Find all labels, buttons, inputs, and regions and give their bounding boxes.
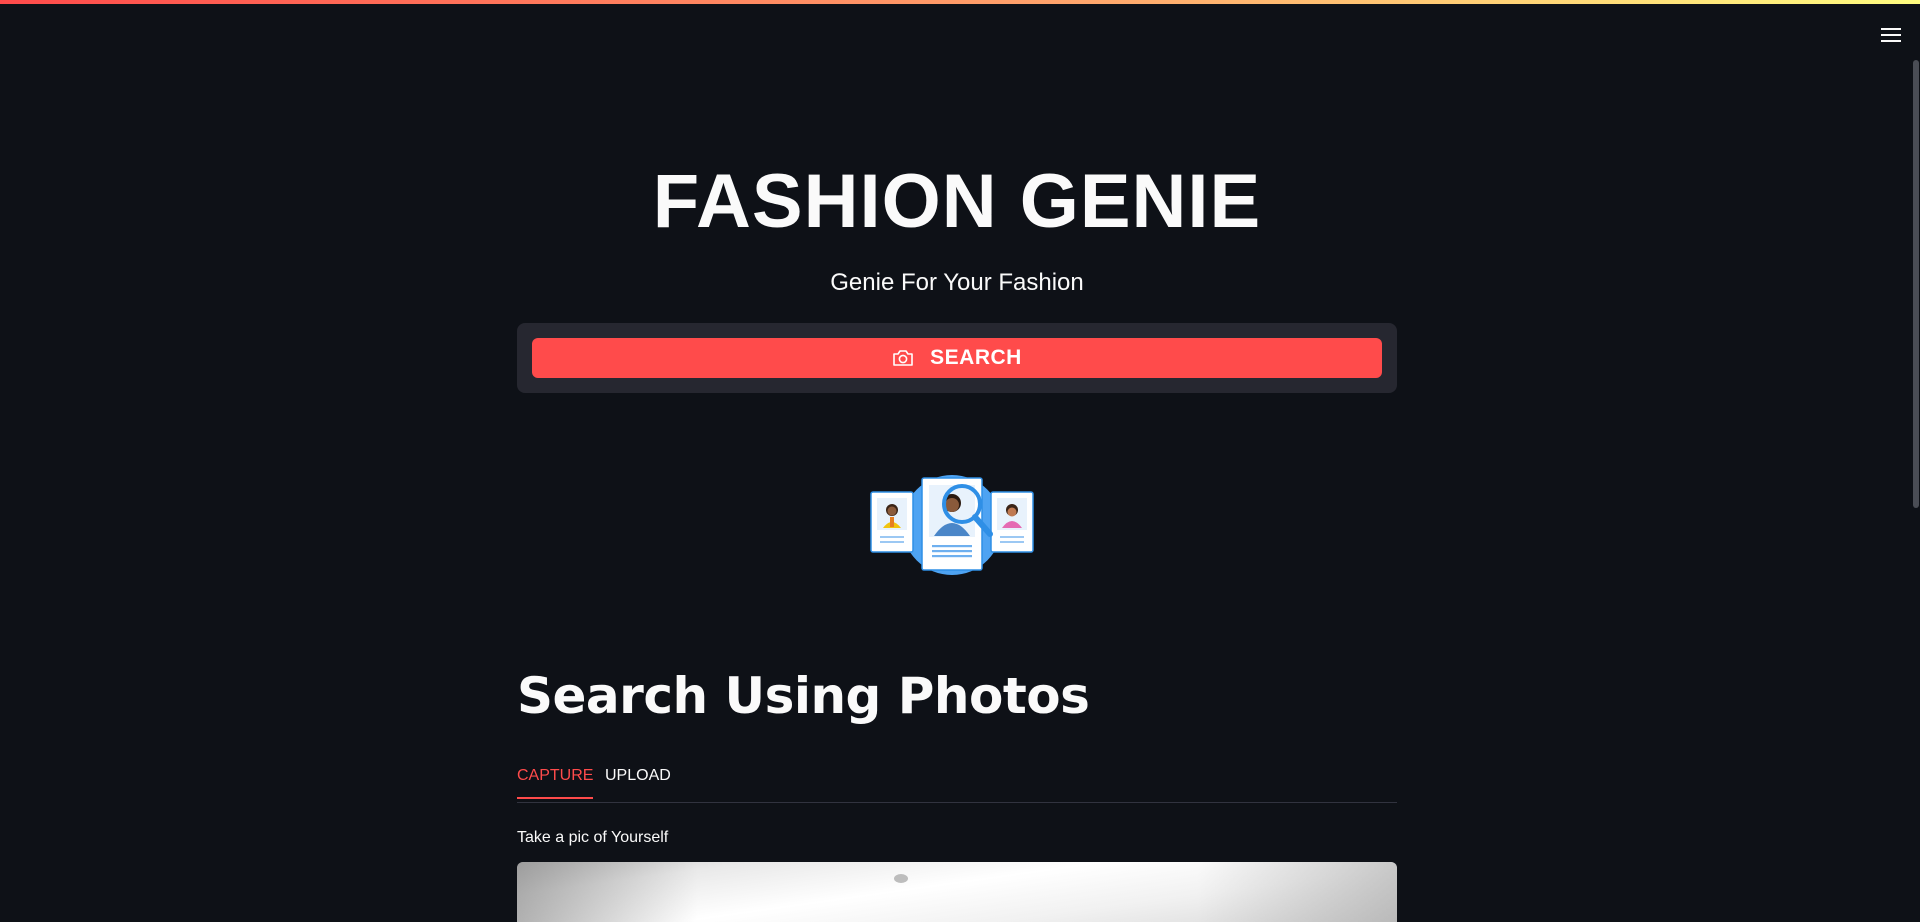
section-heading: Search Using Photos (517, 667, 1090, 725)
camera-input-label: Take a pic of Yourself (517, 829, 669, 846)
hamburger-menu-icon (1881, 28, 1901, 42)
search-panel: SEARCH (517, 323, 1397, 393)
top-decoration-bar (0, 0, 1920, 4)
tab-capture[interactable]: CAPTURE (517, 765, 594, 799)
camera-icon (893, 350, 913, 366)
camera-preview-detail (894, 874, 908, 883)
app-subtitle: Genie For Your Fashion (830, 269, 1084, 296)
photo-tabs: CAPTURE UPLOAD (517, 762, 1397, 803)
camera-preview[interactable] (517, 862, 1397, 922)
tab-upload[interactable]: UPLOAD (605, 765, 671, 797)
app-title: FASHION GENIE (652, 159, 1262, 244)
search-button-label: SEARCH (930, 346, 1022, 369)
camera-preview-shade (517, 862, 697, 922)
scrollbar-thumb[interactable] (1913, 60, 1919, 508)
main-menu-button[interactable] (1876, 20, 1906, 50)
camera-preview-shade (1197, 862, 1397, 922)
profile-search-illustration (870, 475, 1034, 575)
search-button[interactable]: SEARCH (532, 338, 1382, 378)
